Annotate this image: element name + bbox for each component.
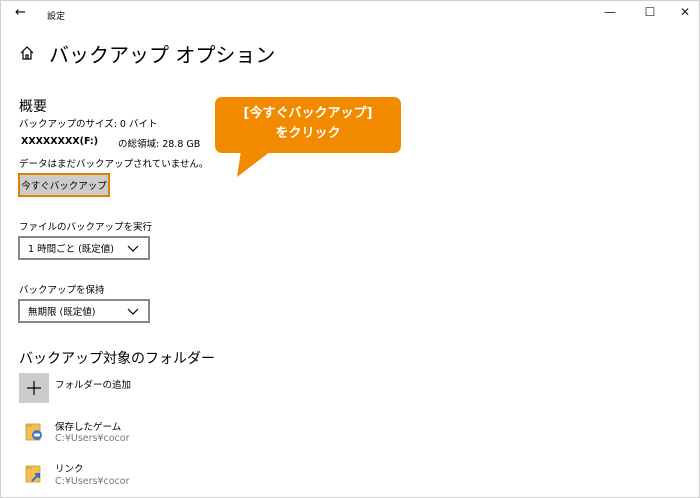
backup-status-text: データはまだバックアップされていません。 (19, 159, 209, 170)
callout-line2: をクリック (275, 126, 341, 141)
keep-backups-select[interactable]: 無期限 (既定値) (18, 299, 150, 323)
backup-frequency-value: 1 時間ごと (既定値) (28, 244, 114, 255)
window-title: 設定 (47, 12, 66, 22)
add-folder-label[interactable]: フォルダーの追加 (55, 377, 131, 391)
backup-now-label: 今すぐバックアップ (21, 181, 107, 192)
drive-name: XXXXXXXX(F:) (21, 136, 99, 147)
folder-item-path: C:¥Users¥cocor (55, 476, 130, 487)
backup-frequency-select[interactable]: 1 時間ごと (既定値) (18, 236, 150, 260)
callout-pointer (237, 151, 271, 177)
backup-now-button[interactable]: 今すぐバックアップ (18, 173, 110, 197)
saved-games-folder-icon (23, 421, 45, 447)
settings-window: ← 設定 — ☐ ✕ バックアップ オプション 概要 バックアップのサイズ: 0… (0, 0, 700, 498)
backup-size-text: バックアップのサイズ: 0 バイト (19, 119, 158, 130)
add-folder-button[interactable] (19, 373, 49, 403)
home-icon[interactable] (19, 45, 35, 65)
backup-frequency-label: ファイルのバックアップを実行 (19, 222, 153, 233)
keep-backups-label: バックアップを保持 (19, 285, 105, 296)
back-arrow-icon[interactable]: ← (15, 5, 26, 20)
close-button[interactable]: ✕ (670, 5, 700, 19)
total-space-text: の総領域: 28.8 GB (118, 139, 201, 150)
chevron-down-icon (127, 308, 139, 315)
callout-line1: [今すぐバックアップ] (243, 106, 373, 121)
keep-backups-value: 無期限 (既定値) (28, 307, 96, 318)
page-title: バックアップ オプション (49, 43, 276, 67)
folder-item-name[interactable]: 保存したゲーム (55, 419, 121, 433)
chevron-down-icon (127, 245, 139, 252)
folder-item-name[interactable]: リンク (55, 461, 84, 475)
minimize-button[interactable]: — (595, 5, 625, 19)
overview-heading: 概要 (19, 99, 47, 115)
plus-icon (27, 381, 41, 395)
links-folder-icon (23, 463, 45, 489)
folders-heading: バックアップ対象のフォルダー (19, 351, 215, 367)
instruction-callout: [今すぐバックアップ] をクリック (215, 97, 401, 153)
maximize-button[interactable]: ☐ (635, 5, 665, 19)
folder-item-path: C:¥Users¥cocor (55, 433, 130, 444)
